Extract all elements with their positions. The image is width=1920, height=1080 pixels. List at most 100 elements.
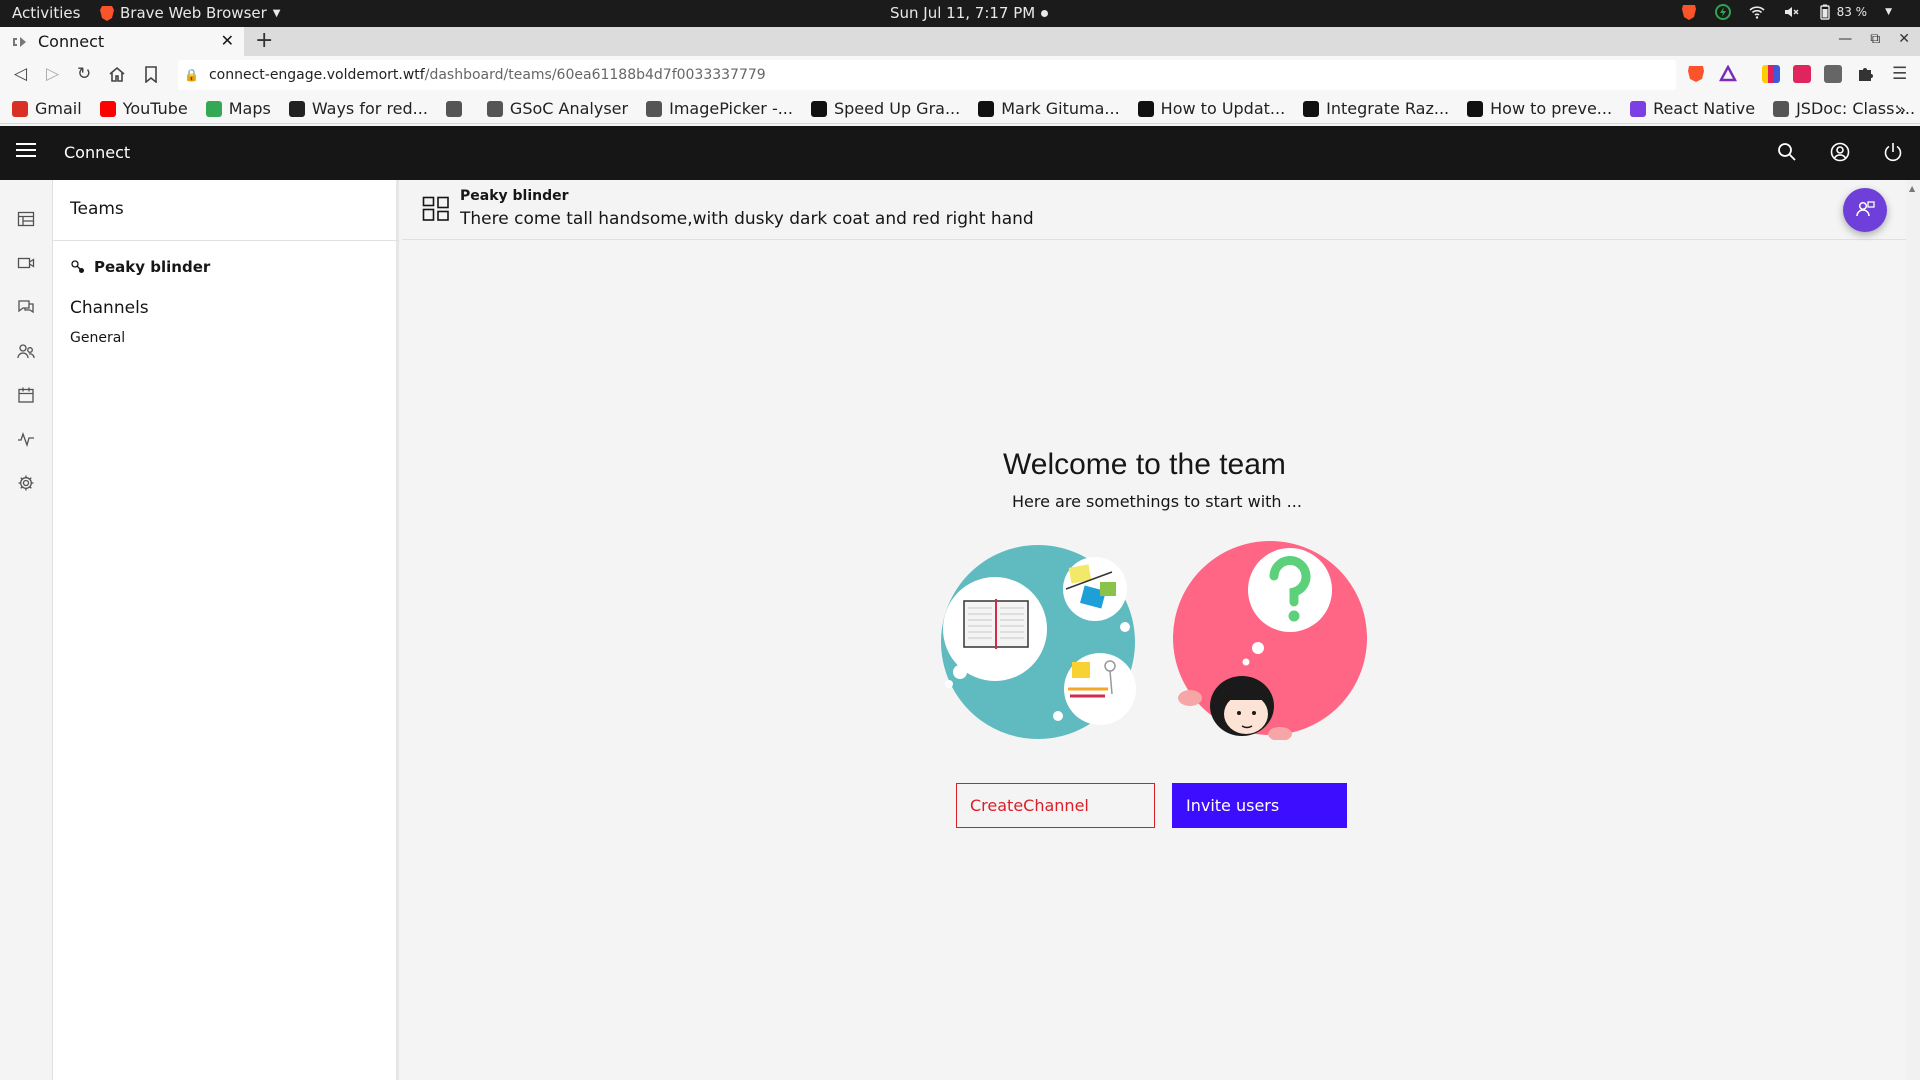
user-profile-icon[interactable] (1829, 141, 1851, 163)
bookmark-item[interactable] (445, 100, 469, 117)
app-header: Connect (0, 126, 1920, 180)
team-header: Peaky blinder There come tall handsome,w… (402, 180, 1906, 240)
bookmark-label: How to preve... (1490, 99, 1613, 118)
app-brand[interactable]: Connect (64, 143, 130, 162)
bookmark-label: Speed Up Gra... (833, 99, 961, 118)
battery-icon (1819, 4, 1830, 20)
restore-icon[interactable]: ⧉ (1870, 31, 1880, 47)
page-scrollbar[interactable]: ▲ (1906, 180, 1920, 1080)
back-icon[interactable]: ◁ (14, 64, 27, 84)
team-header-description: There come tall handsome,with dusky dark… (460, 209, 1034, 229)
team-members-fab[interactable] (1843, 188, 1887, 232)
maps-icon (205, 100, 222, 117)
brave-shields-icon[interactable] (1687, 65, 1705, 83)
calendar-icon[interactable] (17, 386, 35, 404)
lock-icon[interactable]: 🔒 (184, 68, 199, 82)
bookmark-label: ImagePicker -... (669, 99, 793, 118)
bookmark-label: YouTube (122, 99, 188, 118)
browser-menu-icon[interactable]: ☰ (1892, 64, 1907, 84)
bookmark-item[interactable]: Mark Gituma... (978, 99, 1120, 118)
channel-item-general[interactable]: General (70, 330, 125, 346)
invite-users-illustration (1173, 541, 1367, 740)
video-icon[interactable] (17, 254, 35, 272)
globe-icon (1773, 100, 1790, 117)
bookmark-label: React Native (1653, 99, 1756, 118)
site-icon (1467, 100, 1484, 117)
bookmark-item[interactable]: React Native (1630, 99, 1755, 118)
teams-title: Teams (70, 199, 124, 219)
settings-gear-icon[interactable] (17, 474, 35, 492)
nav-rail (0, 180, 53, 1080)
invite-users-button[interactable]: Invite users (1172, 783, 1347, 828)
brave-rewards-icon[interactable] (1719, 65, 1737, 83)
bookmark-icon[interactable] (144, 66, 158, 83)
forward-icon[interactable]: ▷ (46, 64, 59, 84)
browser-toolbar: ◁ ▷ ↻ 🔒 connect-engage.voldemort.wtf /da… (0, 56, 1920, 94)
youtube-icon (99, 100, 116, 117)
chat-icon[interactable] (17, 298, 35, 316)
bookmark-item[interactable]: Speed Up Gra... (810, 99, 961, 118)
minimize-icon[interactable]: — (1838, 31, 1852, 47)
browser-tab[interactable]: Connect ✕ (0, 27, 244, 56)
power-logout-icon[interactable] (1882, 141, 1904, 163)
bookmark-label: GSoC Analyser (509, 99, 629, 118)
bookmark-item[interactable]: YouTube (99, 99, 188, 118)
channels-title: Channels (70, 298, 149, 318)
search-icon[interactable] (1776, 141, 1798, 163)
bookmark-label: Integrate Raz... (1326, 99, 1450, 118)
extension-screenshot-icon[interactable] (1824, 65, 1842, 83)
address-bar[interactable]: 🔒 connect-engage.voldemort.wtf /dashboar… (178, 60, 1676, 90)
volume-muted-icon (1784, 7, 1799, 17)
create-channel-button[interactable]: CreateChannel (956, 783, 1155, 828)
scroll-up-icon[interactable]: ▲ (1909, 184, 1915, 193)
new-tab-button[interactable]: + (255, 28, 273, 53)
sidebar-team-item[interactable]: Peaky blinder (70, 258, 210, 276)
home-icon[interactable] (108, 66, 126, 83)
bookmark-item[interactable]: Integrate Raz... (1303, 99, 1449, 118)
bookmark-item[interactable]: JSDoc: Class:... (1773, 99, 1915, 118)
notification-dot-icon (1041, 9, 1049, 17)
tab-strip: Connect ✕ + — ⧉ ✕ (0, 27, 1920, 56)
dots-icon (1630, 100, 1647, 117)
activities-button[interactable]: Activities (12, 4, 80, 22)
bookmarks-overflow-icon[interactable]: » (1896, 100, 1906, 119)
team-users-icon[interactable] (17, 342, 35, 360)
hamburger-menu-icon[interactable] (16, 143, 36, 161)
main-content: Peaky blinder There come tall handsome,w… (402, 180, 1906, 1080)
bookmark-item[interactable]: Ways for red... (288, 99, 428, 118)
bookmark-item[interactable]: Gmail (12, 99, 82, 118)
bookmark-item[interactable]: ImagePicker -... (646, 99, 793, 118)
sidebar-team-label: Peaky blinder (94, 258, 211, 276)
brave-lion-icon (100, 6, 114, 21)
extension-palette-icon[interactable] (1762, 65, 1780, 83)
bookmark-label: Ways for red... (311, 99, 428, 118)
clock[interactable]: Sun Jul 11, 7:17 PM (890, 4, 1049, 22)
dev-icon (1137, 100, 1154, 117)
gmail-icon (12, 100, 28, 117)
dashboard-table-icon[interactable] (17, 210, 35, 228)
brave-tray-icon (1681, 5, 1696, 20)
app-menu-label: Brave Web Browser (120, 4, 267, 22)
site-icon (646, 100, 663, 117)
system-tray[interactable]: 83 % ▼ (1681, 4, 1892, 20)
extensions-puzzle-icon[interactable] (1856, 65, 1874, 83)
team-icon (71, 260, 84, 273)
team-header-name: Peaky blinder (460, 188, 569, 204)
welcome-title: Welcome to the team (1003, 448, 1286, 481)
url-host: connect-engage.voldemort.wtf (208, 67, 425, 83)
bookmark-item[interactable]: Maps (205, 99, 271, 118)
extension-red-icon[interactable] (1793, 65, 1811, 83)
bookmark-item[interactable]: How to Updat... (1137, 99, 1285, 118)
bookmark-item[interactable]: GSoC Analyser (486, 99, 629, 118)
connect-favicon-icon (13, 36, 26, 47)
reload-icon[interactable]: ↻ (77, 64, 91, 84)
close-window-icon[interactable]: ✕ (1898, 31, 1910, 47)
close-tab-icon[interactable]: ✕ (221, 31, 234, 50)
medium-icon (810, 100, 827, 117)
sidebar-divider (53, 240, 399, 241)
window-controls: — ⧉ ✕ (1838, 31, 1910, 47)
app-menu[interactable]: Brave Web Browser ▼ (100, 4, 280, 22)
globe-icon (445, 100, 462, 117)
activity-icon[interactable] (17, 430, 35, 448)
bookmark-item[interactable]: How to preve... (1467, 99, 1612, 118)
